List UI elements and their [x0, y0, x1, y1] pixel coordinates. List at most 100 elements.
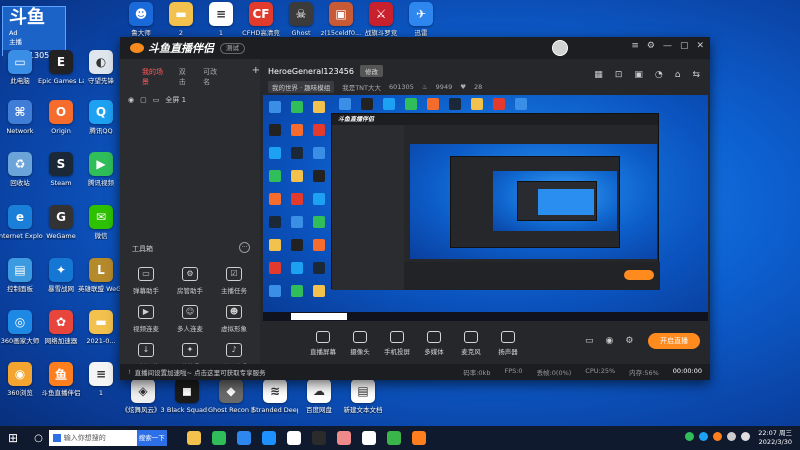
desktop-shortcut[interactable]: ☠ Ghost	[280, 2, 322, 37]
phone-cast-button[interactable]: 手机投屏	[377, 331, 417, 356]
desktop-shortcut[interactable]: ▭ 此电脑	[0, 50, 41, 85]
close-icon[interactable]: ✕	[696, 41, 704, 51]
desktop-shortcut[interactable]: ▣ z(15celdf0...	[320, 2, 362, 37]
desktop-shortcut[interactable]: L 英雄联盟 WeGame版	[78, 258, 124, 293]
taskbar-app-icon[interactable]	[211, 431, 226, 445]
desktop-shortcut[interactable]: ⚔ 战旗斗罗竞	[360, 2, 402, 37]
gear-icon[interactable]: ⚙	[625, 336, 633, 346]
add-scene-icon[interactable]: +	[252, 66, 260, 87]
desktop-shortcut[interactable]: ✈ 迅雷	[400, 2, 442, 37]
tool-room-admin[interactable]: ⚙ 房管助手	[170, 267, 210, 295]
desktop-shortcut[interactable]: ▶ 腾讯视频	[80, 152, 122, 187]
lock-room-icon[interactable]: ⊡	[615, 70, 623, 80]
desktop-shortcut[interactable]: ▬ 2021-0...	[80, 310, 122, 345]
scene-item[interactable]: ◉ ▢ ▭ 全屏 1	[120, 87, 260, 105]
preview-eye-icon[interactable]: ◉	[606, 336, 614, 346]
desktop-shortcut[interactable]: ☁ 百度网盘	[298, 379, 340, 414]
camera-button[interactable]: 摄像头	[340, 331, 380, 356]
desktop-shortcut[interactable]: Q 腾讯QQ	[80, 100, 122, 135]
desktop-shortcut[interactable]: ◐ 守望先锋	[80, 50, 122, 85]
taskbar-app-icon[interactable]	[361, 431, 376, 445]
layout-icon[interactable]: ▦	[594, 70, 603, 80]
category-selector[interactable]: 我的世界 · 趣味模组	[268, 81, 335, 93]
desktop-shortcut[interactable]: ✦ 暴雪战网	[40, 258, 82, 293]
record-icon[interactable]: ▭	[585, 336, 594, 346]
desktop-shortcut[interactable]: ◈ 《炫舞风云》3	[121, 379, 165, 414]
tool-avatar-tool[interactable]: ☻ 虚拟形象	[214, 305, 254, 333]
tray-qq-icon[interactable]	[699, 432, 708, 441]
microphone-button[interactable]: 麦克风	[451, 331, 491, 356]
desktop-shortcut[interactable]: ◼ Black Squad	[166, 379, 208, 414]
desktop-shortcut[interactable]: ≡ 1	[200, 2, 242, 37]
user-avatar[interactable]	[552, 40, 568, 56]
menu-icon[interactable]: ≡	[631, 41, 639, 51]
version-badge[interactable]: 测试	[220, 42, 245, 54]
desktop-shortcut[interactable]: ♻ 回收站	[0, 152, 41, 187]
lock-icon[interactable]: ▢	[140, 96, 147, 104]
ghost-recon-icon: ◆	[219, 379, 243, 403]
desktop-shortcut[interactable]: ◆ Ghost Recon 断...	[208, 379, 254, 414]
taskbar-app-icon[interactable]	[261, 431, 276, 445]
search-button[interactable]: 搜索一下	[136, 430, 167, 446]
visibility-icon[interactable]: ◉	[128, 96, 134, 104]
windows-start-icon[interactable]: ⊞	[8, 431, 18, 445]
desktop-shortcut[interactable]: ⌘ Network	[0, 100, 41, 135]
tray-wechat-icon[interactable]	[685, 432, 694, 441]
taskbar-search-input[interactable]: 输入你想搜的	[48, 430, 137, 446]
taskbar-app-icon[interactable]	[186, 431, 201, 445]
desktop-shortcut[interactable]: ≡ 1	[80, 362, 122, 397]
settings-icon[interactable]: ⚙	[647, 41, 655, 51]
maximize-icon[interactable]: ▢	[680, 41, 689, 51]
media-button[interactable]: 多媒体	[414, 331, 454, 356]
search-icon[interactable]: ○	[34, 433, 43, 444]
taskbar-app-icon[interactable]	[311, 431, 326, 445]
live-preview[interactable]: 斗鱼直播伴侣	[263, 95, 708, 321]
screen-capture-button[interactable]: 直播屏幕	[303, 331, 343, 356]
desktop-shortcut[interactable]: e Internet Explorer	[0, 205, 43, 240]
desktop-shortcut[interactable]: ◎ 360画家大师	[0, 310, 41, 345]
desktop-shortcut[interactable]: ◉ 360浏览	[0, 362, 41, 397]
edit-room-button[interactable]: 修改	[359, 65, 383, 77]
speaker-button[interactable]: 扬声器	[488, 331, 528, 356]
home-icon[interactable]: ⌂	[675, 70, 681, 80]
start-live-button[interactable]: 开启直播	[648, 333, 700, 349]
share-icon[interactable]: ⇆	[692, 70, 700, 80]
window-title-bar[interactable]: 斗鱼直播伴侣 测试 ≡ ⚙ — ▢ ✕	[120, 37, 710, 59]
preview-live-button	[624, 270, 654, 280]
taskbar-clock[interactable]: 22:07 周三 2022/3/30	[758, 429, 792, 447]
desktop-shortcut[interactable]: O Origin	[40, 100, 82, 135]
gift-icon[interactable]: ▣	[634, 70, 643, 80]
minimize-icon[interactable]: —	[663, 41, 672, 51]
tab-double-click[interactable]: 双击	[179, 67, 191, 87]
desktop-shortcut[interactable]: ▤ 新建文本文档	[342, 379, 384, 414]
desktop-shortcut[interactable]: ▤ 控制面板	[0, 258, 41, 293]
tray-douyu-icon[interactable]	[713, 432, 722, 441]
desktop-shortcut[interactable]: S Steam	[40, 152, 82, 187]
tray-network-icon[interactable]	[727, 432, 736, 441]
taskbar-app-icon[interactable]	[336, 431, 351, 445]
desktop-shortcut[interactable]: 鱼斗鱼直播伴侣	[40, 362, 82, 397]
taskbar-app-icon[interactable]	[411, 431, 426, 445]
tool-task[interactable]: ☑ 主播任务	[214, 267, 254, 295]
desktop-shortcut[interactable]: CF CFHD高清竞	[240, 2, 282, 37]
tab-rename[interactable]: 可改名	[203, 67, 222, 87]
taskbar-app-icon[interactable]	[236, 431, 251, 445]
status-message[interactable]: 直播间设置加速啦~ 点击这里可获取专享服务	[135, 367, 266, 377]
tool-danmu[interactable]: ▭ 弹幕助手	[126, 267, 166, 295]
desktop-shortcut[interactable]: ☻ 鲁大师	[120, 2, 162, 37]
desktop-shortcut[interactable]: G WeGame	[40, 205, 82, 240]
desktop-shortcut[interactable]: ≋ Stranded Deep	[252, 379, 298, 414]
tool-multi-link[interactable]: ☺ 多人连麦	[170, 305, 210, 333]
tab-my-scenes[interactable]: 我的场景	[142, 67, 167, 87]
desktop-shortcut[interactable]: ✉ 微信	[80, 205, 122, 240]
desktop-shortcut[interactable]: ✿ 网络加速器	[40, 310, 82, 345]
tool-video-link[interactable]: ▶ 视频连麦	[126, 305, 166, 333]
desktop-shortcut[interactable]: ▬ 2	[160, 2, 202, 37]
desktop-shortcut[interactable]: E Epic Games Launcher	[38, 50, 84, 85]
more-icon[interactable]: ···	[239, 242, 250, 253]
taskbar-app-icon[interactable]	[386, 431, 401, 445]
taskbar-app-icon[interactable]	[286, 431, 301, 445]
tray-volume-icon[interactable]	[741, 432, 750, 441]
sticker-line1: Ad	[9, 29, 18, 37]
bell-icon[interactable]: ◔	[655, 70, 663, 80]
